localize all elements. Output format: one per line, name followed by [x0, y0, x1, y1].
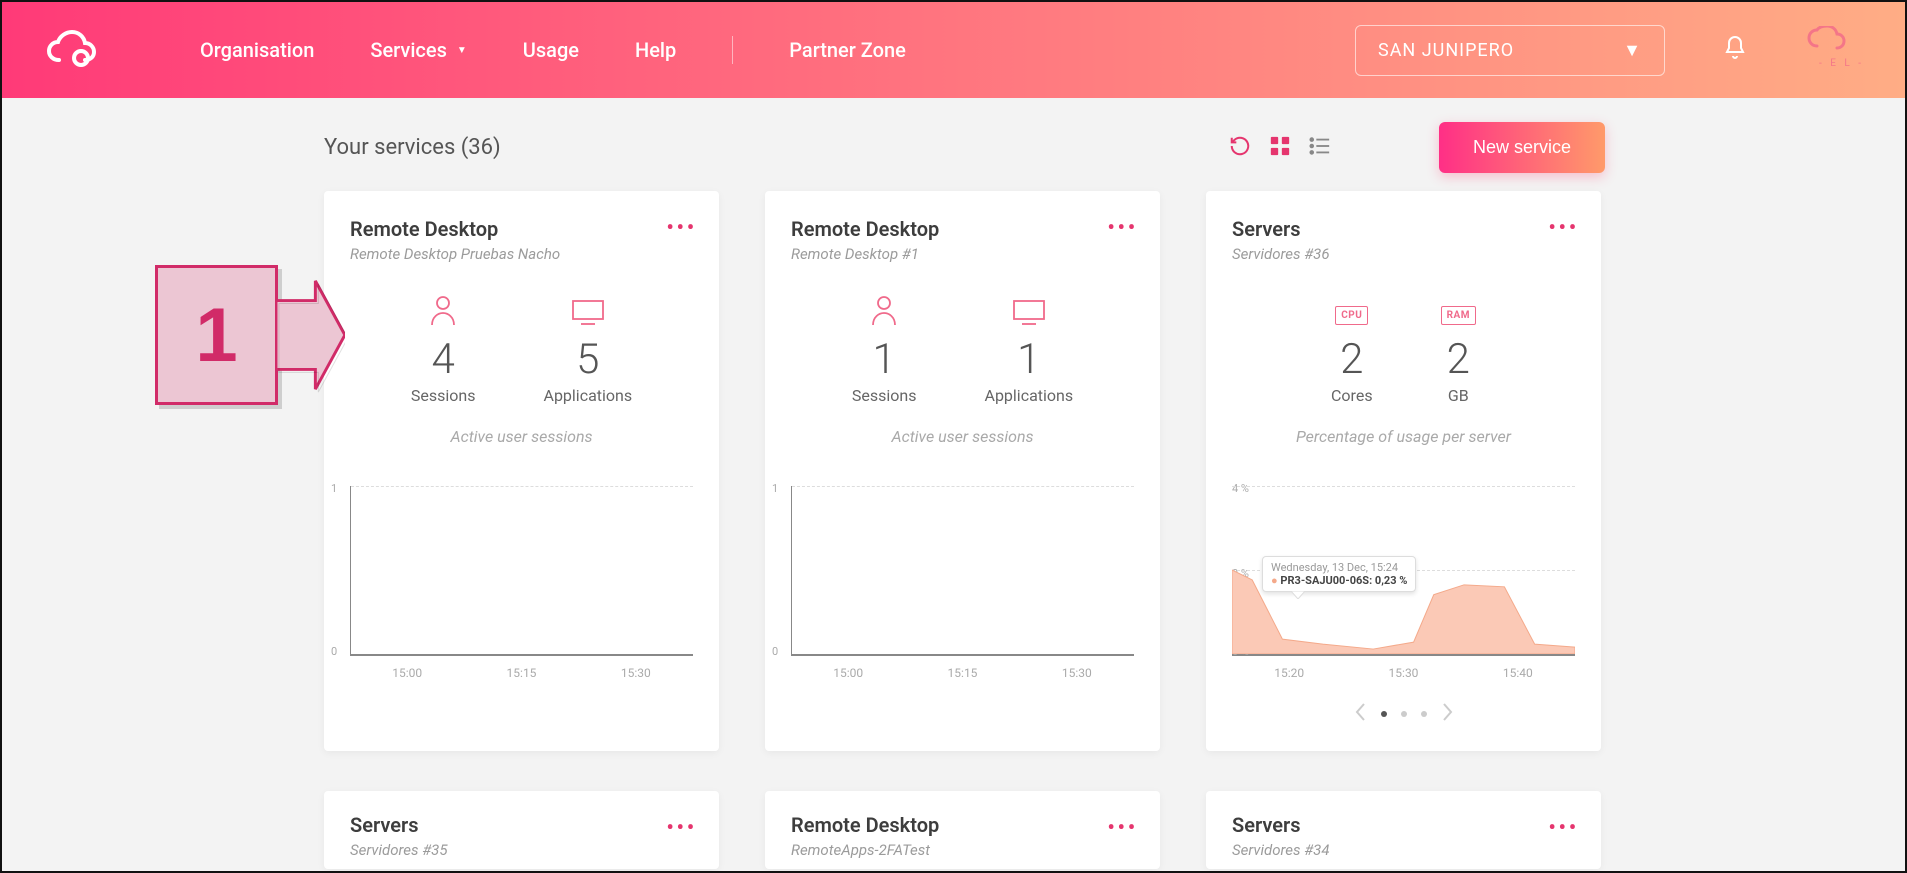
stat-value: 2: [1340, 335, 1363, 384]
nav-usage[interactable]: Usage: [523, 38, 579, 62]
more-icon[interactable]: •••: [666, 815, 697, 839]
pager-dot[interactable]: [1401, 711, 1407, 717]
chevron-down-icon: ▼: [1623, 40, 1642, 61]
nav-help[interactable]: Help: [635, 38, 676, 62]
card-subtitle: Servidores #35: [350, 841, 693, 859]
card-title: Servers: [1232, 217, 1575, 241]
main-nav: Organisation Services ▼ Usage Help Partn…: [200, 36, 906, 64]
card-subtitle: Servidores #34: [1232, 841, 1575, 859]
pager-prev[interactable]: [1353, 702, 1367, 726]
stat-label: GB: [1448, 386, 1469, 405]
card-subtitle: Servidores #36: [1232, 245, 1575, 263]
card-subtitle: Remote Desktop #1: [791, 245, 1134, 263]
cpu-icon: CPU: [1335, 291, 1368, 325]
more-icon[interactable]: •••: [1548, 815, 1579, 839]
callout-number: 1: [155, 265, 278, 405]
card-title: Remote Desktop: [350, 217, 693, 241]
stat-label: Applications: [544, 386, 633, 405]
page-title-count: (36): [461, 135, 501, 160]
topbar: Organisation Services ▼ Usage Help Partn…: [2, 2, 1905, 98]
service-card[interactable]: ••• Servers Servidores #34: [1206, 791, 1601, 869]
card-title: Servers: [1232, 813, 1575, 837]
more-icon[interactable]: •••: [1548, 215, 1579, 239]
chevron-down-icon: ▼: [457, 45, 467, 56]
stat-label: Sessions: [411, 386, 476, 405]
card-title: Remote Desktop: [791, 217, 1134, 241]
nav-partner-zone[interactable]: Partner Zone: [789, 38, 906, 62]
card-title: Remote Desktop: [791, 813, 1134, 837]
stat-label: Applications: [985, 386, 1074, 405]
card-title: Servers: [350, 813, 693, 837]
stat-value: 4: [432, 335, 455, 384]
page-title: Your services (36): [324, 135, 501, 160]
user-icon: [430, 291, 456, 325]
more-icon[interactable]: •••: [666, 215, 697, 239]
list-view-icon[interactable]: [1309, 135, 1331, 161]
service-card[interactable]: ••• Remote Desktop Remote Desktop Prueba…: [324, 191, 719, 751]
stat-value: 1: [1017, 335, 1040, 384]
pager-next[interactable]: [1441, 702, 1455, 726]
nav-organisation[interactable]: Organisation: [200, 38, 314, 62]
refresh-icon[interactable]: [1229, 135, 1251, 161]
stat-value: 5: [576, 335, 599, 384]
sessions-chart: 1 0: [350, 486, 693, 656]
brandmark: - E L -: [1805, 26, 1869, 74]
cards-row-2: ••• Servers Servidores #35 ••• Remote De…: [2, 791, 1905, 869]
tooltip-value: PR3-SAJU00-06S: 0,23 %: [1280, 574, 1407, 587]
stat-label: Cores: [1331, 386, 1373, 405]
notifications-button[interactable]: [1715, 35, 1755, 65]
page-title-text: Your services: [324, 135, 455, 160]
sessions-chart: 1 0: [791, 486, 1134, 656]
chart-title: Active user sessions: [791, 427, 1134, 446]
chart-pager: [1232, 702, 1575, 726]
page-heading-row: Your services (36) New service: [324, 118, 1605, 191]
chart-title: Active user sessions: [350, 427, 693, 446]
content-area: 1 Your services (36) New service ••: [2, 98, 1905, 869]
card-subtitle: RemoteApps-2FATest: [791, 841, 1134, 859]
more-icon[interactable]: •••: [1107, 215, 1138, 239]
svg-text:- E L -: - E L -: [1819, 58, 1864, 69]
tooltip-date: Wednesday, 13 Dec, 15:24: [1271, 561, 1407, 574]
pager-dot[interactable]: [1381, 711, 1387, 717]
pager-dot[interactable]: [1421, 711, 1427, 717]
monitor-icon: [1012, 291, 1046, 325]
organisation-select[interactable]: SAN JUNIPERO ▼: [1355, 25, 1665, 76]
organisation-select-value: SAN JUNIPERO: [1378, 40, 1514, 61]
ram-icon: RAM: [1441, 291, 1476, 325]
logo: [38, 14, 110, 86]
nav-services[interactable]: Services ▼: [370, 38, 466, 62]
new-service-button[interactable]: New service: [1439, 122, 1605, 173]
service-card[interactable]: ••• Servers Servidores #35: [324, 791, 719, 869]
user-icon: [871, 291, 897, 325]
service-card[interactable]: ••• Remote Desktop RemoteApps-2FATest: [765, 791, 1160, 869]
chart-xaxis: 15:0015:1515:30: [791, 666, 1134, 680]
nav-separator: [732, 36, 733, 64]
stat-label: Sessions: [852, 386, 917, 405]
stat-value: 1: [873, 335, 896, 384]
nav-services-label: Services: [370, 38, 447, 62]
callout-marker: 1: [155, 260, 345, 410]
chart-title: Percentage of usage per server: [1232, 427, 1575, 446]
monitor-icon: [571, 291, 605, 325]
card-subtitle: Remote Desktop Pruebas Nacho: [350, 245, 693, 263]
stat-value: 2: [1447, 335, 1470, 384]
grid-view-icon[interactable]: [1269, 135, 1291, 161]
service-card[interactable]: ••• Servers Servidores #36 CPU 2 Cores R…: [1206, 191, 1601, 751]
usage-chart: 4 % 2 % 0 % Wednesday, 13 Dec, 15:24 ● P…: [1232, 486, 1575, 656]
chart-tooltip: Wednesday, 13 Dec, 15:24 ● PR3-SAJU00-06…: [1262, 556, 1416, 592]
chart-xaxis: 15:0015:1515:30: [350, 666, 693, 680]
service-card[interactable]: ••• Remote Desktop Remote Desktop #1 1 S…: [765, 191, 1160, 751]
chart-xaxis: 15:2015:3015:40: [1232, 666, 1575, 680]
more-icon[interactable]: •••: [1107, 815, 1138, 839]
